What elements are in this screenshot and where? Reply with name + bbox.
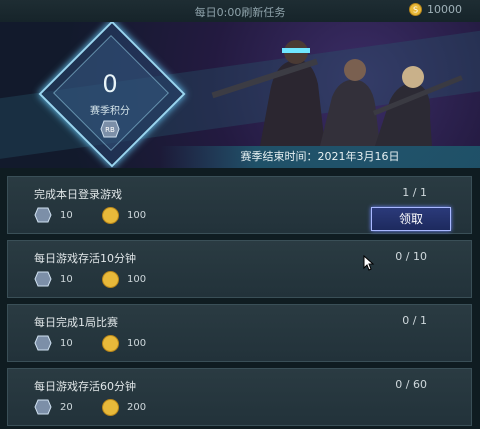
coin-icon bbox=[102, 335, 119, 352]
badge-reward: 10 bbox=[34, 335, 73, 351]
refresh-notice: 每日0:00刷新任务 bbox=[194, 6, 286, 19]
coin-reward: 100 bbox=[102, 207, 146, 224]
task-progress: 1 / 1 bbox=[402, 186, 427, 199]
coin-reward-value: 100 bbox=[127, 274, 147, 285]
season-badge-icon bbox=[34, 399, 52, 415]
coin-reward-value: 100 bbox=[127, 338, 147, 349]
badge-reward-value: 10 bbox=[60, 273, 73, 285]
season-score: 0 bbox=[102, 70, 118, 98]
season-score-emblem: 0 赛季积分 RB bbox=[38, 22, 186, 168]
svg-text:S: S bbox=[413, 6, 418, 15]
season-badge-icon: RB bbox=[100, 120, 120, 138]
task-progress: 0 / 10 bbox=[395, 250, 427, 263]
soldiers-artwork bbox=[211, 40, 463, 146]
task-title: 完成本日登录游戏 bbox=[34, 188, 122, 201]
coin-reward: 100 bbox=[102, 335, 146, 352]
season-badge-icon bbox=[34, 335, 52, 351]
svg-text:RB: RB bbox=[105, 126, 115, 134]
coin-reward-value: 200 bbox=[127, 402, 147, 413]
task-row: 每日游戏存活60分钟 0 / 60 20 200 bbox=[7, 368, 472, 426]
top-bar: 每日0:00刷新任务 S 10000 bbox=[0, 0, 480, 23]
coin-icon bbox=[102, 271, 119, 288]
coin-balance: S 10000 bbox=[409, 3, 462, 16]
task-row: 完成本日登录游戏 1 / 1 10 100 领取 bbox=[7, 176, 472, 234]
badge-reward: 10 bbox=[34, 207, 73, 223]
coin-reward: 100 bbox=[102, 271, 146, 288]
coin-reward: 200 bbox=[102, 399, 146, 416]
task-progress: 0 / 1 bbox=[402, 314, 427, 327]
task-list: 完成本日登录游戏 1 / 1 10 100 领取 每日游戏存活10分钟 0 / … bbox=[0, 168, 480, 429]
task-row: 每日游戏存活10分钟 0 / 10 10 100 bbox=[7, 240, 472, 298]
task-progress: 0 / 60 bbox=[395, 378, 427, 391]
coin-icon bbox=[102, 207, 119, 224]
claim-button[interactable]: 领取 bbox=[371, 207, 451, 231]
task-row: 每日完成1局比赛 0 / 1 10 100 bbox=[7, 304, 472, 362]
coin-reward-value: 100 bbox=[127, 210, 147, 221]
badge-reward-value: 10 bbox=[60, 209, 73, 221]
season-end-time: 赛季结束时间：2021年3月16日 bbox=[160, 146, 480, 168]
coin-balance-value: 10000 bbox=[427, 3, 462, 16]
badge-reward: 20 bbox=[34, 399, 73, 415]
task-title: 每日游戏存活60分钟 bbox=[34, 380, 136, 393]
mouse-cursor-icon bbox=[363, 255, 375, 271]
coin-icon: S bbox=[409, 3, 422, 16]
badge-reward-value: 10 bbox=[60, 337, 73, 349]
task-title: 每日游戏存活10分钟 bbox=[34, 252, 136, 265]
coin-icon bbox=[102, 399, 119, 416]
task-title: 每日完成1局比赛 bbox=[34, 316, 118, 329]
badge-reward: 10 bbox=[34, 271, 73, 287]
season-badge-icon bbox=[34, 271, 52, 287]
season-banner: 0 赛季积分 RB 赛季结束时间：2021年3月16日 bbox=[0, 22, 480, 168]
season-badge-icon bbox=[34, 207, 52, 223]
season-score-label: 赛季积分 bbox=[90, 106, 130, 117]
badge-reward-value: 20 bbox=[60, 401, 73, 413]
